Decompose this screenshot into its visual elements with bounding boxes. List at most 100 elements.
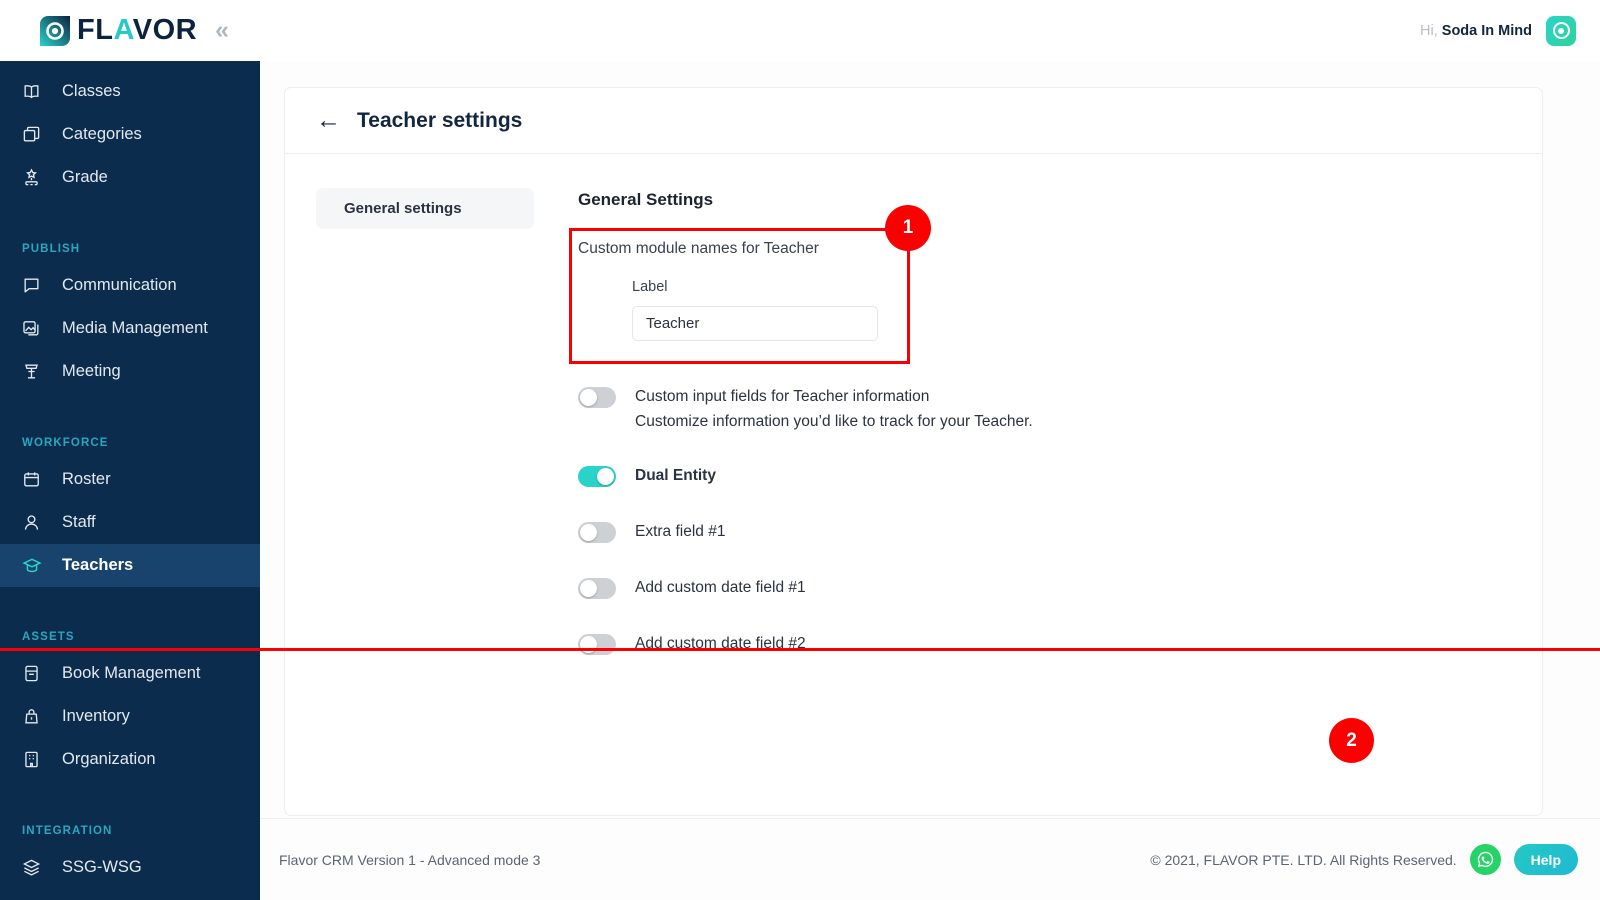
sidebar-group-publish: PUBLISH <box>22 243 81 255</box>
settings-layout: General settings General Settings Custom… <box>316 188 1542 655</box>
toggle-row-dual-entity: Dual Entity <box>578 465 1033 487</box>
toggle-row-custom-date-field-1: Add custom date field #1 <box>578 577 1033 599</box>
footer-version: Flavor CRM Version 1 - Advanced mode 3 <box>279 851 541 868</box>
custom-module-heading: Custom module names for Teacher <box>578 240 819 257</box>
media-image-icon <box>22 319 48 338</box>
sidebar-item-label: Organization <box>62 750 156 768</box>
toggle-knob <box>580 389 597 406</box>
top-bar-right: Hi, Soda In Mind <box>1420 15 1576 46</box>
graduation-cap-icon <box>22 556 48 576</box>
settings-tab-column: General settings <box>316 188 534 655</box>
toggle-text-group: Custom input fields for Teacher informat… <box>635 386 1033 431</box>
card-body: General settings General Settings Custom… <box>285 154 1542 888</box>
annotation-step-badge-2: 2 <box>1329 718 1374 763</box>
sidebar-item-label: Grade <box>62 168 108 186</box>
settings-panel: General Settings Custom module names for… <box>534 188 1033 655</box>
whatsapp-icon[interactable] <box>1469 844 1501 875</box>
sidebar-item-classes[interactable]: Classes <box>0 70 260 113</box>
chat-bubble-icon <box>22 276 48 295</box>
sidebar-item-label: Inventory <box>62 707 130 725</box>
person-icon <box>22 513 48 532</box>
toggle-row-extra-field-1: Extra field #1 <box>578 521 1033 543</box>
toggle-text-group: Dual Entity <box>635 465 716 486</box>
sidebar-item-inventory[interactable]: Inventory <box>0 695 260 738</box>
sidebar-item-grade[interactable]: Grade <box>0 156 260 199</box>
toggle-text-group: Extra field #1 <box>635 521 725 542</box>
sidebar-group-integration: INTEGRATION <box>22 825 113 837</box>
toggle-knob <box>580 580 597 597</box>
toggle-extra-field-1[interactable] <box>578 522 616 543</box>
label-field-caption: Label <box>632 279 668 295</box>
toggle-text-group: Add custom date field #1 <box>635 577 806 598</box>
sidebar-item-media-management[interactable]: Media Management <box>0 307 260 350</box>
sidebar-item-label: SSG-WSG <box>62 858 142 876</box>
sidebar-item-teachers[interactable]: Teachers <box>0 544 260 587</box>
toggle-custom-date-field-2[interactable] <box>578 634 616 655</box>
sidebar-item-label: Roster <box>62 470 111 488</box>
sidebar-item-label: Book Management <box>62 664 201 682</box>
footer: Flavor CRM Version 1 - Advanced mode 3 ©… <box>260 818 1600 900</box>
tab-label: General settings <box>344 200 462 217</box>
flavor-logo-icon <box>40 15 70 46</box>
sidebar-item-organization[interactable]: Organization <box>0 738 260 781</box>
sidebar-item-roster[interactable]: Roster <box>0 458 260 501</box>
label-input[interactable] <box>632 306 878 341</box>
toggle-description: Customize information you’d like to trac… <box>635 413 1033 430</box>
toggle-row-custom-date-field-2: Add custom date field #2 <box>578 633 1033 655</box>
label-field-block: Label <box>578 279 1033 341</box>
user-avatar-icon <box>1552 22 1570 39</box>
sidebar-item-book-management[interactable]: Book Management <box>0 652 260 695</box>
brand-logo[interactable]: FLAVOR <box>40 15 197 46</box>
sidebar-item-label: Communication <box>62 276 177 294</box>
logo-text-part-1: FL <box>77 14 114 46</box>
layers-icon <box>22 858 48 877</box>
book-open-icon <box>22 82 48 101</box>
sidebar-item-staff[interactable]: Staff <box>0 501 260 544</box>
toggle-label: Custom input fields for Teacher informat… <box>635 388 930 405</box>
book-closed-icon <box>22 664 48 683</box>
annotation-step-badge-1: 1 <box>885 205 931 251</box>
categories-stack-icon <box>22 125 48 144</box>
greeting-prefix: Hi, <box>1420 22 1438 39</box>
toggle-label: Dual Entity <box>635 467 716 484</box>
sidebar-item-ssg-wsg[interactable]: SSG-WSG <box>0 846 260 889</box>
chevron-double-left-icon[interactable]: « <box>215 18 229 43</box>
building-icon <box>22 750 48 769</box>
sidebar-item-label: Staff <box>62 513 96 531</box>
sidebar-group-assets: ASSETS <box>22 631 75 643</box>
toggle-label: Add custom date field #1 <box>635 579 806 596</box>
sidebar-item-label: Media Management <box>62 319 208 337</box>
sidebar[interactable]: Classes Categories Grade PUBLISH Communi… <box>0 61 260 900</box>
main-content: ← Teacher settings General settings Gene… <box>260 61 1600 900</box>
tab-general-settings[interactable]: General settings <box>316 188 534 229</box>
avatar[interactable] <box>1546 15 1576 46</box>
sidebar-item-label: Classes <box>62 82 121 100</box>
toggle-knob <box>597 468 614 485</box>
sidebar-item-label: Teachers <box>62 556 134 574</box>
page-title: Teacher settings <box>357 108 523 132</box>
logo-text-part-2: VOR <box>132 14 198 46</box>
arrow-left-icon[interactable]: ← <box>316 108 341 133</box>
sidebar-item-label: Meeting <box>62 362 121 380</box>
help-button[interactable]: Help <box>1513 844 1578 875</box>
calendar-icon <box>22 470 48 489</box>
toggle-knob <box>580 524 597 541</box>
inventory-bag-icon <box>22 707 48 726</box>
user-greeting: Hi, Soda In Mind <box>1420 23 1532 39</box>
sidebar-item-communication[interactable]: Communication <box>0 264 260 307</box>
toggle-custom-input-fields[interactable] <box>578 387 616 408</box>
brand-wordmark: FLAVOR <box>77 16 197 45</box>
sidebar-item-meeting[interactable]: Meeting <box>0 350 260 393</box>
section-title: General Settings <box>578 190 714 209</box>
toggle-row-custom-input-fields: Custom input fields for Teacher informat… <box>578 386 1033 431</box>
toggle-dual-entity[interactable] <box>578 466 616 487</box>
sidebar-top-spacer <box>0 61 260 70</box>
app-root: FLAVOR « Hi, Soda In Mind Classes Catego… <box>0 0 1600 900</box>
toggle-custom-date-field-1[interactable] <box>578 578 616 599</box>
settings-card: ← Teacher settings General settings Gene… <box>284 87 1543 888</box>
sidebar-item-categories[interactable]: Categories <box>0 113 260 156</box>
